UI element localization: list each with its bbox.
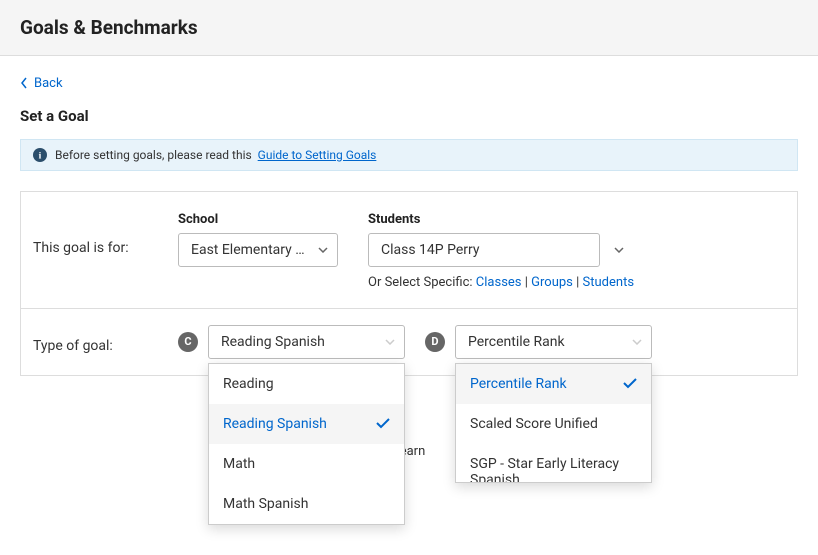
chevron-down-icon <box>318 247 328 253</box>
goal-for-label: This goal is for: <box>33 212 178 256</box>
students-sublinks: Or Select Specific: Classes | Groups | S… <box>368 275 634 290</box>
dropdown-item[interactable]: Scaled Score Unified <box>456 404 651 444</box>
main-content: Back Set a Goal i Before setting goals, … <box>0 56 818 477</box>
svg-text:i: i <box>39 150 42 161</box>
check-icon <box>623 378 637 389</box>
metric-select[interactable]: Percentile Rank <box>455 325 652 359</box>
info-banner: i Before setting goals, please read this… <box>20 139 798 171</box>
subtitle: Set a Goal <box>20 107 798 125</box>
students-select[interactable]: Class 14P Perry <box>368 233 600 267</box>
students-link[interactable]: Students <box>583 275 635 290</box>
school-label: School <box>178 212 338 227</box>
school-select[interactable]: East Elementary Sch… <box>178 233 338 267</box>
type-field-c: C Reading Spanish ReadingReading Spanish… <box>178 325 405 359</box>
type-of-goal-label: Type of goal: <box>33 330 178 354</box>
info-link[interactable]: Guide to Setting Goals <box>258 148 377 162</box>
check-icon <box>376 418 390 429</box>
dropdown-item[interactable]: Math Spanish <box>209 484 404 524</box>
chevron-down-icon <box>385 339 395 345</box>
goal-for-row: This goal is for: School East Elementary… <box>21 192 797 309</box>
info-icon: i <box>33 148 47 162</box>
info-text: Before setting goals, please read this G… <box>55 148 376 162</box>
groups-link[interactable]: Groups <box>531 275 573 290</box>
badge-c: C <box>178 332 198 352</box>
header-bar: Goals & Benchmarks <box>0 0 818 56</box>
classes-link[interactable]: Classes <box>476 275 522 290</box>
dropdown-item[interactable]: Percentile Rank <box>456 364 651 404</box>
type-field-d: D Percentile Rank Percentile RankScaled … <box>425 325 652 359</box>
badge-d: D <box>425 332 445 352</box>
learn-text: Learn <box>20 444 798 459</box>
chevron-left-icon <box>20 77 28 89</box>
type-of-goal-row: Type of goal: C Reading Spanish ReadingR… <box>21 309 797 375</box>
students-label: Students <box>368 212 634 227</box>
type-select[interactable]: Reading Spanish <box>208 325 405 359</box>
back-link[interactable]: Back <box>20 76 63 91</box>
metric-dropdown: Percentile RankScaled Score UnifiedSGP -… <box>455 363 652 483</box>
dropdown-item[interactable]: Reading <box>209 364 404 404</box>
dropdown-item[interactable]: Math <box>209 444 404 484</box>
students-field: Students Class 14P Perry Or Select Speci… <box>368 212 634 290</box>
school-field: School East Elementary Sch… <box>178 212 338 267</box>
page-title: Goals & Benchmarks <box>20 16 798 39</box>
back-label: Back <box>34 76 63 91</box>
dropdown-item[interactable]: Reading Spanish <box>209 404 404 444</box>
chevron-down-icon <box>632 339 642 345</box>
dropdown-item[interactable]: SGP - Star Early Literacy Spanish <box>456 444 651 483</box>
goal-panel: This goal is for: School East Elementary… <box>20 191 798 376</box>
type-dropdown: ReadingReading SpanishMathMath Spanish <box>208 363 405 525</box>
